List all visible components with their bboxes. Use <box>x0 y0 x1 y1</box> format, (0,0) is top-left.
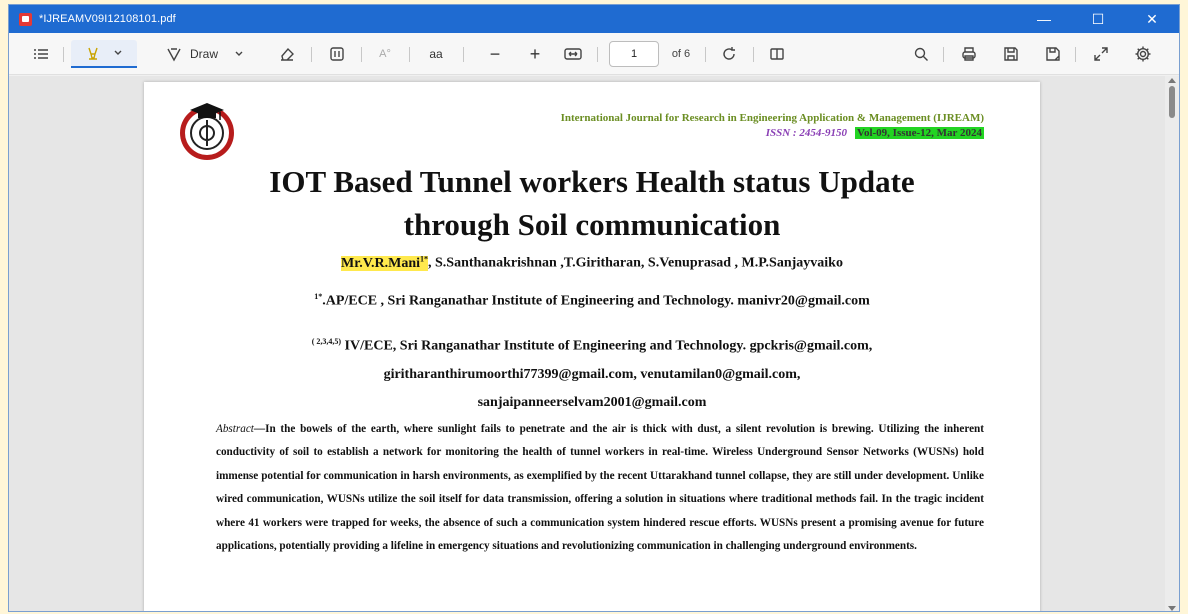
window-title: *IJREAMV09I12108101.pdf <box>39 13 176 25</box>
erase-button[interactable] <box>273 40 301 68</box>
contents-button[interactable] <box>27 40 55 68</box>
print-button[interactable] <box>955 40 983 68</box>
text-box-icon <box>330 47 344 61</box>
rotate-button[interactable] <box>715 40 743 68</box>
abstract: Abstract—In the bowels of the earth, whe… <box>216 418 984 558</box>
affiliation-2-line-1: IV/ECE, Sri Ranganathar Institute of Eng… <box>341 338 873 354</box>
vertical-scrollbar[interactable] <box>1165 76 1179 611</box>
scroll-up-arrow[interactable] <box>1168 78 1176 83</box>
read-aloud-button[interactable]: aа <box>419 40 453 68</box>
fit-page-button[interactable] <box>559 40 587 68</box>
affiliation-2-line-3: sanjaipanneerselvam2001@gmail.com <box>477 394 707 410</box>
save-as-icon <box>1046 47 1060 61</box>
title-line-1: IOT Based Tunnel workers Health status U… <box>269 164 915 199</box>
title-line-2: through Soil communication <box>403 207 781 242</box>
highlighted-author: Mr.V.R.Mani1* <box>341 254 428 271</box>
abstract-text: —In the bowels of the earth, where sunli… <box>216 423 984 553</box>
affiliation-2: ( 2,3,4,5) IV/ECE, Sri Ranganathar Insti… <box>204 328 980 417</box>
save-button[interactable] <box>997 40 1025 68</box>
text-box-button[interactable] <box>323 40 351 68</box>
close-button[interactable]: ✕ <box>1125 5 1179 33</box>
toolbar: Draw A° aа − + of 6 <box>9 33 1179 75</box>
minimize-button[interactable]: — <box>1017 5 1071 33</box>
draw-button[interactable]: Draw <box>155 40 255 68</box>
issn-line: ISSN : 2454-9150 Vol-09, Issue-12, Mar 20… <box>766 127 984 139</box>
print-icon <box>962 47 976 61</box>
document-viewport[interactable]: International Journal for Research in En… <box>9 76 1179 611</box>
chevron-down-icon <box>114 50 122 55</box>
scroll-thumb[interactable] <box>1169 86 1175 118</box>
issn: ISSN : 2454-9150 <box>765 127 848 139</box>
page-number-input[interactable] <box>609 41 659 67</box>
affiliation-2-marker: ( 2,3,4,5) <box>311 337 342 346</box>
draw-label: Draw <box>189 47 218 61</box>
journal-logo <box>180 103 234 160</box>
affiliation-1-text: .AP/ECE , Sri Ranganathar Institute of E… <box>322 293 870 309</box>
author-list: Mr.V.R.Mani1*, S.Santhanakrishnan ,T.Gir… <box>144 254 1040 272</box>
text-size-button[interactable]: A° <box>371 40 399 68</box>
save-as-button[interactable] <box>1039 40 1067 68</box>
highlighter-icon <box>88 47 98 60</box>
abstract-label: Abstract <box>216 423 254 435</box>
expand-icon <box>1094 47 1108 61</box>
search-button[interactable] <box>907 40 935 68</box>
maximize-button[interactable]: ☐ <box>1071 5 1125 33</box>
zoom-in-button[interactable]: + <box>523 40 547 68</box>
affiliation-2-line-2: giritharanthirumoorthi77399@gmail.com, v… <box>383 366 801 382</box>
fit-width-icon <box>564 48 582 60</box>
zoom-out-button[interactable]: − <box>483 40 507 68</box>
pdf-page: International Journal for Research in En… <box>144 82 1040 611</box>
pdf-icon <box>19 12 32 26</box>
list-icon <box>34 49 48 59</box>
chevron-down-icon <box>235 51 243 56</box>
two-page-icon <box>770 48 784 60</box>
eraser-icon <box>281 47 294 61</box>
page-total: of 6 <box>671 48 691 60</box>
scroll-down-arrow[interactable] <box>1168 606 1176 611</box>
rotate-icon <box>723 47 735 60</box>
author-superscript: 1* <box>420 254 428 263</box>
title-bar: *IJREAMV09I12108101.pdf — ☐ ✕ <box>9 5 1179 33</box>
fullscreen-button[interactable] <box>1087 40 1115 68</box>
author-name: Mr.V.R.Mani <box>341 255 420 271</box>
affiliation-1: 1*.AP/ECE , Sri Ranganathar Institute of… <box>144 292 1040 310</box>
settings-button[interactable] <box>1129 40 1157 68</box>
gear-icon <box>1135 46 1151 62</box>
highlight-button[interactable] <box>71 40 137 68</box>
pdf-viewer-window: *IJREAMV09I12108101.pdf — ☐ ✕ Draw A° aа… <box>8 4 1180 612</box>
page-view-button[interactable] <box>763 40 791 68</box>
paper-title: IOT Based Tunnel workers Health status U… <box>144 160 1040 246</box>
pen-icon <box>167 48 181 62</box>
volume-issue: Vol-09, Issue-12, Mar 2024 <box>855 127 984 139</box>
journal-name: International Journal for Research in En… <box>560 112 984 124</box>
search-icon <box>914 47 928 61</box>
save-icon <box>1004 47 1018 61</box>
other-authors: , S.Santhanakrishnan ,T.Giritharan, S.Ve… <box>428 255 843 271</box>
